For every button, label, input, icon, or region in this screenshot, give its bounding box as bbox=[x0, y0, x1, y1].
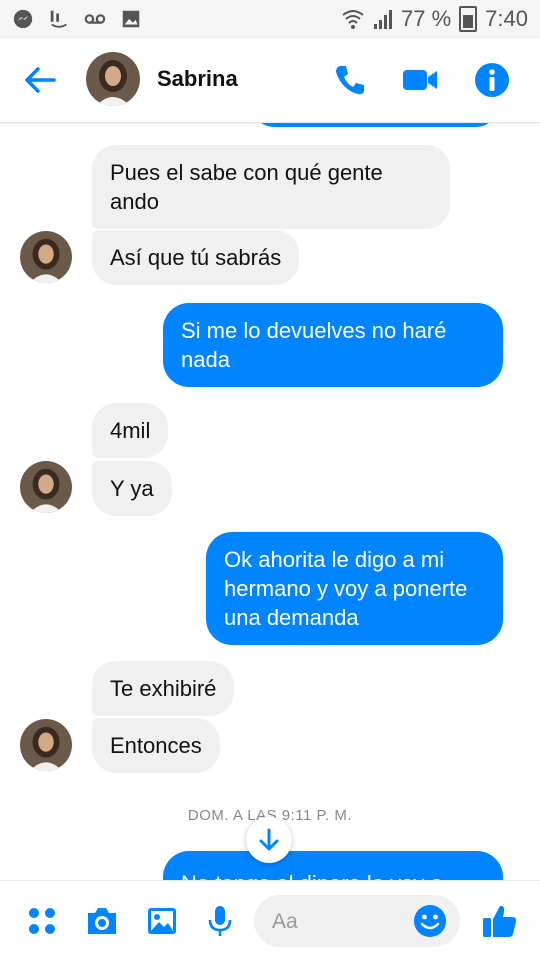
avatar-photo bbox=[20, 719, 72, 771]
messenger-icon bbox=[13, 9, 33, 29]
smiley-icon[interactable] bbox=[412, 903, 448, 939]
phone-icon[interactable] bbox=[330, 60, 370, 100]
message-bubble-outgoing-partial[interactable]: No tengo el dinero lo voy a bbox=[163, 851, 503, 880]
message-input-container[interactable] bbox=[254, 895, 460, 947]
video-camera-icon[interactable] bbox=[400, 60, 440, 100]
sender-avatar[interactable] bbox=[20, 461, 72, 513]
battery-icon bbox=[459, 6, 478, 32]
thumbs-up-icon[interactable] bbox=[480, 901, 520, 941]
microphone-icon[interactable] bbox=[202, 903, 238, 939]
clock-time: 7:40 bbox=[485, 6, 528, 31]
message-bubble-outgoing[interactable]: Ok ahorita le digo a mi hermano y voy a … bbox=[206, 532, 503, 645]
avatar-photo bbox=[20, 231, 72, 283]
contact-avatar[interactable] bbox=[86, 52, 140, 106]
image-icon[interactable] bbox=[144, 903, 180, 939]
sender-avatar[interactable] bbox=[20, 231, 72, 283]
voicemail-icon bbox=[84, 14, 106, 24]
message-bubble-outgoing-partial[interactable] bbox=[252, 123, 498, 127]
message-bubble-incoming[interactable]: Te exhibiré bbox=[92, 661, 235, 716]
message-bubble-incoming[interactable]: Y ya bbox=[92, 461, 172, 516]
four-dots-icon[interactable] bbox=[24, 903, 60, 939]
battery-percent: 77 % bbox=[401, 6, 452, 31]
picture-notification-icon bbox=[122, 10, 140, 28]
camera-icon[interactable] bbox=[84, 903, 120, 939]
status-bar: 77 % 7:40 bbox=[0, 0, 540, 38]
arrow-left-icon[interactable] bbox=[20, 60, 60, 100]
contact-name[interactable]: Sabrina bbox=[157, 66, 238, 92]
message-bubble-incoming[interactable]: Pues el sabe con qué gente ando bbox=[92, 145, 450, 229]
arrow-down-icon bbox=[259, 828, 279, 851]
info-icon[interactable] bbox=[472, 60, 512, 100]
message-bubble-outgoing[interactable]: Si me lo devuelves no haré nada bbox=[163, 303, 503, 387]
signal-icon bbox=[374, 10, 393, 29]
scroll-to-bottom-button[interactable] bbox=[246, 817, 292, 863]
wifi-icon bbox=[342, 10, 364, 29]
message-list[interactable]: Pues el sabe con qué gente ando Así que … bbox=[0, 123, 540, 880]
message-input[interactable] bbox=[270, 905, 414, 939]
conversation-header: Sabrina bbox=[0, 38, 540, 123]
message-composer bbox=[0, 880, 540, 961]
message-bubble-incoming[interactable]: Entonces bbox=[92, 718, 220, 773]
accessibility-icon bbox=[50, 10, 67, 28]
avatar-photo bbox=[20, 461, 72, 513]
sender-avatar[interactable] bbox=[20, 719, 72, 771]
avatar-photo bbox=[86, 52, 140, 106]
message-bubble-incoming[interactable]: 4mil bbox=[92, 403, 169, 458]
message-bubble-incoming[interactable]: Así que tú sabrás bbox=[92, 230, 300, 285]
